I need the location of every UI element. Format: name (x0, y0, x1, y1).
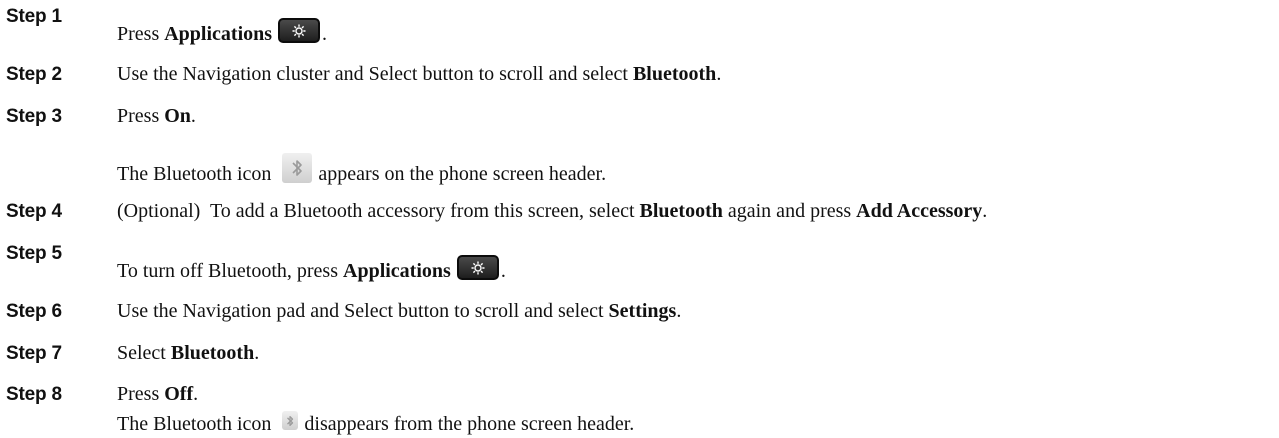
step-8-text: Press Off. (117, 383, 198, 406)
step-3-text-b: On (164, 105, 191, 127)
step-4-label: Step 4 (6, 201, 62, 222)
step-1-text-a: Press (117, 23, 165, 45)
step-7-text: Select Bluetooth. (117, 342, 259, 365)
step-6-text-b: Settings (608, 300, 677, 322)
step-8-result-a: The Bluetooth icon (117, 413, 277, 435)
step-8-text-c: . (193, 383, 199, 405)
step-1-text-c: . (322, 23, 328, 45)
step-8-label: Step 8 (6, 384, 62, 405)
step-7-text-b: Bluetooth (170, 342, 255, 364)
step-1-label: Step 1 (6, 6, 62, 27)
step-3-result: The Bluetooth icon appears on the phone … (117, 153, 607, 189)
step-3-text: Press On. (117, 105, 196, 128)
step-5-text-b: Applications (343, 260, 451, 282)
bluetooth-icon (282, 411, 299, 430)
step-4-text-c: again and press (722, 200, 857, 222)
step-6-text-c: . (676, 300, 682, 322)
step-5-text-c: . (500, 260, 506, 282)
step-3-text-a: Press (117, 105, 165, 127)
step-6-text: Use the Navigation pad and Select button… (117, 300, 681, 323)
applications-gear-icon (456, 255, 499, 280)
step-8-result-b: disappears from the phone screen header. (304, 413, 635, 435)
bluetooth-icon (282, 153, 313, 183)
step-4-text: (Optional) To add a Bluetooth accessory … (117, 200, 987, 223)
step-6-label: Step 6 (6, 301, 62, 322)
step-3-result-b: appears on the phone screen header. (318, 162, 607, 185)
step-8-text-b: Off (164, 383, 194, 405)
step-3-label: Step 3 (6, 106, 62, 127)
step-7-text-a: Select (117, 342, 171, 364)
step-2-text-c: . (716, 63, 722, 85)
step-2-text: Use the Navigation cluster and Select bu… (117, 63, 721, 86)
step-4-text-e: . (982, 200, 988, 222)
applications-gear-icon (278, 18, 321, 43)
step-1-text-b: Applications (164, 23, 273, 45)
step-4-text-a: (Optional) To add a Bluetooth accessory … (117, 200, 640, 222)
step-4-text-d: Add Accessory (856, 200, 983, 222)
step-3-result-a: The Bluetooth icon (117, 162, 277, 185)
step-8-text-a: Press (117, 383, 165, 405)
step-6-text-a: Use the Navigation pad and Select button… (117, 300, 609, 322)
step-2-text-b: Bluetooth (632, 63, 717, 85)
step-7-text-c: . (254, 342, 260, 364)
step-5-label: Step 5 (6, 243, 62, 264)
step-7-label: Step 7 (6, 343, 62, 364)
step-3-text-c: . (190, 105, 196, 127)
step-2-text-a: Use the Navigation cluster and Select bu… (117, 63, 633, 85)
step-2-label: Step 2 (6, 64, 62, 85)
step-1-text: Press Applications. (117, 18, 328, 47)
step-5-text-a: To turn off Bluetooth, press (117, 260, 343, 282)
step-4-text-b: Bluetooth (639, 200, 723, 222)
step-5-text: To turn off Bluetooth, press Application… (117, 255, 506, 284)
step-8-result: The Bluetooth icon disappears from the p… (117, 411, 635, 436)
